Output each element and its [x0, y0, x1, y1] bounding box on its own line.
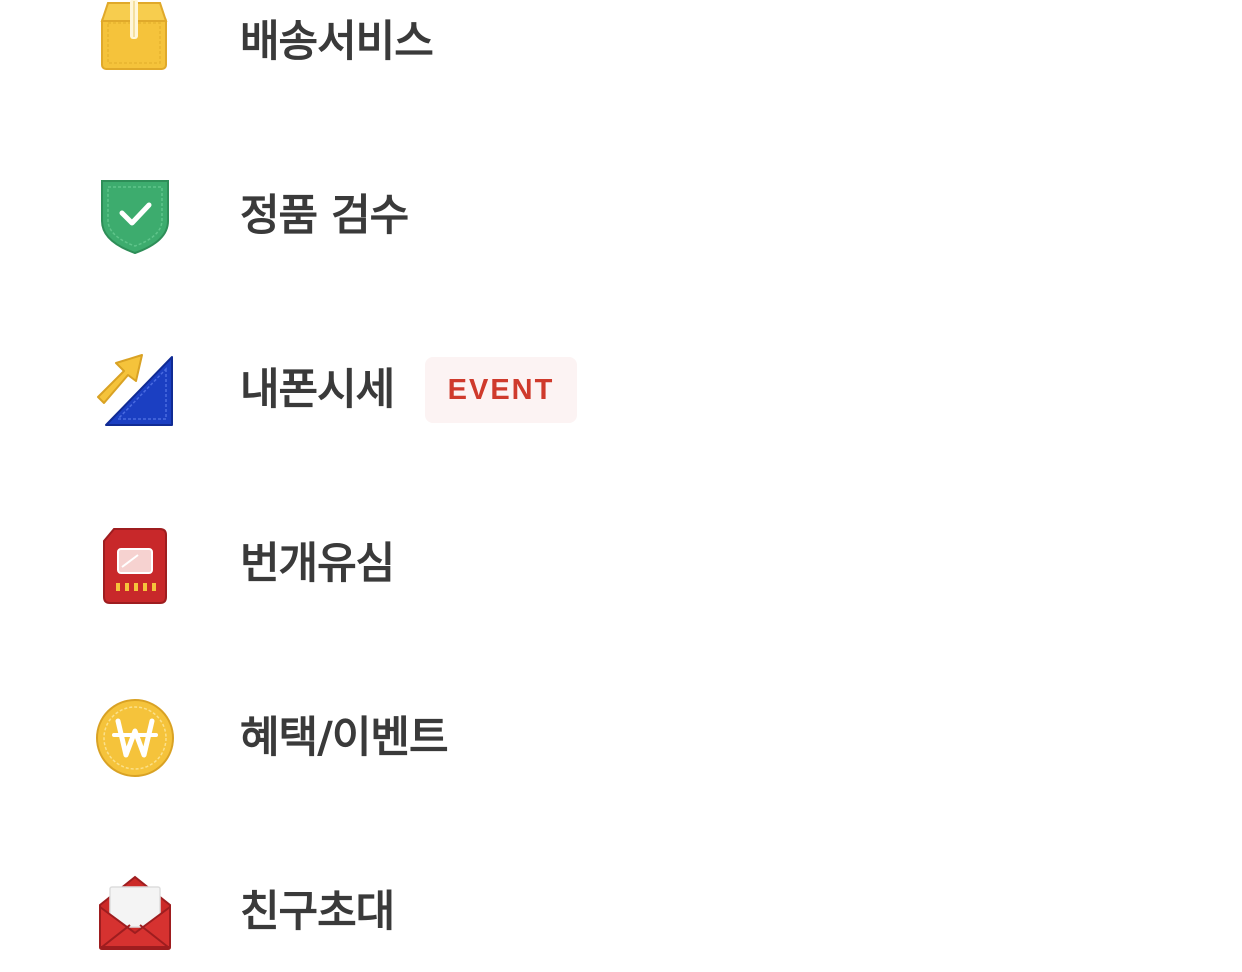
menu-item-invite[interactable]: 친구초대	[0, 852, 1242, 972]
menu-item-phone-price[interactable]: 내폰시세 EVENT	[0, 330, 1242, 450]
package-box-icon	[90, 0, 180, 87]
envelope-icon	[90, 867, 180, 957]
signal-arrow-icon	[90, 345, 180, 435]
sim-card-icon	[90, 519, 180, 609]
menu-item-authenticity[interactable]: 정품 검수	[0, 156, 1242, 276]
menu-item-delivery[interactable]: 배송서비스	[0, 0, 1242, 102]
menu-item-label: 번개유심	[240, 539, 395, 589]
menu-item-label: 혜택/이벤트	[240, 713, 449, 763]
shield-check-icon	[90, 171, 180, 261]
menu-item-label: 내폰시세	[240, 365, 395, 415]
menu-item-usim[interactable]: 번개유심	[0, 504, 1242, 624]
menu-item-label: 배송서비스	[240, 17, 434, 67]
event-badge: EVENT	[425, 357, 577, 423]
menu-item-benefits[interactable]: 혜택/이벤트	[0, 678, 1242, 798]
menu-item-label: 친구초대	[240, 887, 395, 937]
won-coin-icon	[90, 693, 180, 783]
menu-item-label: 정품 검수	[240, 191, 409, 241]
